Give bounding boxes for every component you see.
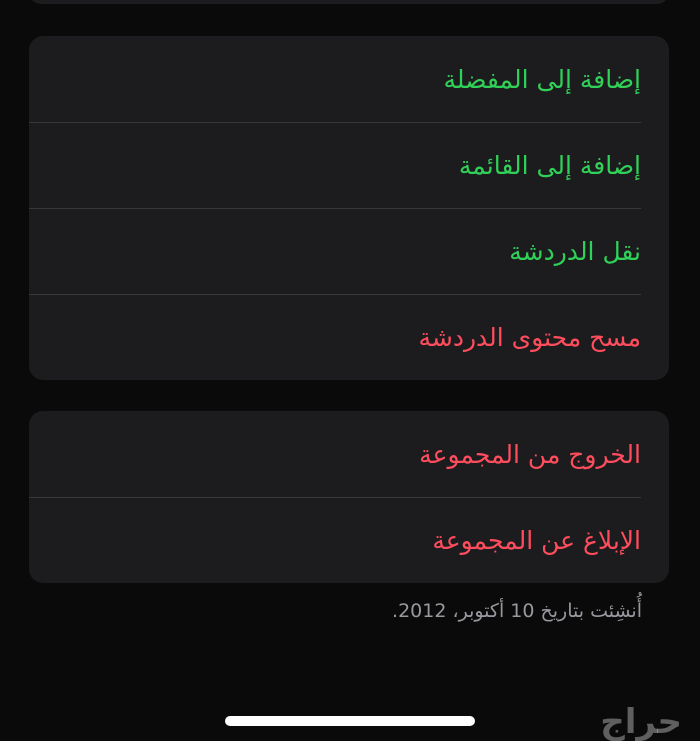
add-to-favorites-button[interactable]: إضافة إلى المفضلة — [29, 36, 669, 122]
group-actions-group: الخروج من المجموعة الإبلاغ عن المجموعة — [29, 411, 669, 583]
move-chat-label: نقل الدردشة — [509, 236, 641, 266]
add-to-list-button[interactable]: إضافة إلى القائمة — [29, 122, 669, 208]
exit-group-label: الخروج من المجموعة — [419, 439, 641, 469]
report-group-button[interactable]: الإبلاغ عن المجموعة — [29, 497, 669, 583]
clear-chat-label: مسح محتوى الدردشة — [418, 322, 641, 352]
previous-card-edge — [29, 0, 669, 4]
chat-options-group: إضافة إلى المفضلة إضافة إلى القائمة نقل … — [29, 36, 669, 380]
clear-chat-button[interactable]: مسح محتوى الدردشة — [29, 294, 669, 380]
add-to-list-label: إضافة إلى القائمة — [458, 150, 641, 180]
group-created-note: أُنشِئت بتاريخ 10 أكتوبر، 2012. — [392, 600, 642, 622]
exit-group-button[interactable]: الخروج من المجموعة — [29, 411, 669, 497]
report-group-label: الإبلاغ عن المجموعة — [432, 525, 641, 555]
add-to-favorites-label: إضافة إلى المفضلة — [443, 64, 641, 94]
home-indicator[interactable] — [225, 716, 475, 726]
move-chat-button[interactable]: نقل الدردشة — [29, 208, 669, 294]
haraj-watermark-logo: حراج — [600, 702, 682, 741]
group-info-screen: إضافة إلى المفضلة إضافة إلى القائمة نقل … — [0, 0, 700, 741]
